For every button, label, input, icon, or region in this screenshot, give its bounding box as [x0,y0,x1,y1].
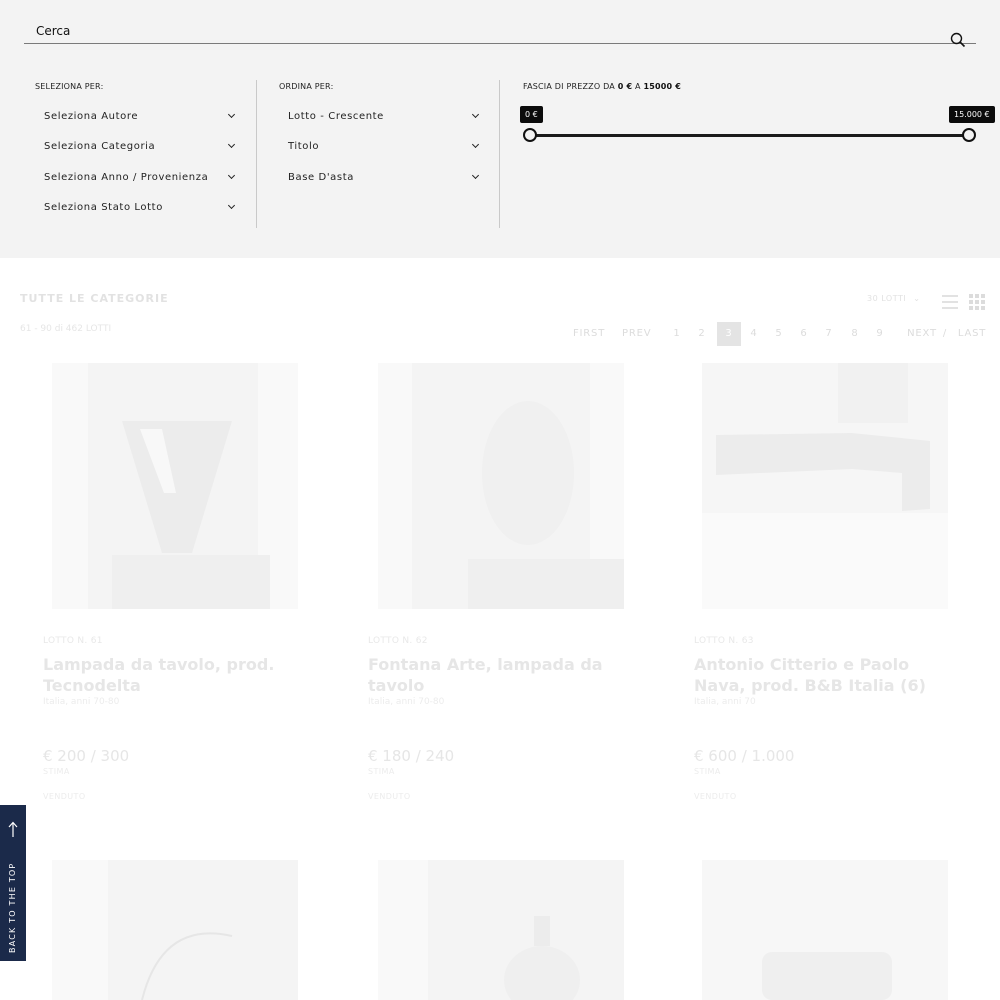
lot-status: VENDUTO [43,792,86,801]
lot-estimate: € 600 / 1.000 [694,747,795,765]
order-by-label: ORDINA PER: [279,82,334,91]
pagination-page-4[interactable]: 4 [746,322,762,346]
vase-photo [428,860,624,1000]
order-title-dropdown[interactable]: Titolo [288,136,480,156]
lot-status: VENDUTO [368,792,411,801]
select-year-label: Seleziona Anno / Provenienza [44,171,209,183]
lot-title[interactable]: Antonio Citterio e Paolo Nava, prod. B&B… [694,654,964,696]
chevron-down-icon [228,142,236,150]
price-max-tooltip: 15.000 € [949,106,995,123]
lot-image[interactable] [702,860,948,1000]
chevron-down-icon [228,112,236,120]
per-page-label: 30 LOTTI [867,294,907,303]
lot-estimate-label: STIMA [43,767,70,776]
pagination-page-8[interactable]: 8 [847,322,863,346]
per-page-select[interactable]: 30 LOTTI ⌄ [867,294,920,303]
lot-image[interactable] [378,363,624,609]
price-connector: A [635,82,641,91]
chevron-down-icon [472,112,480,120]
price-min-handle[interactable] [523,128,537,142]
lot-estimate: € 200 / 300 [43,747,130,765]
pagination-page-7[interactable]: 7 [821,322,837,346]
page: SELEZIONA PER: Seleziona Autore Selezion… [0,0,1000,1000]
order-lot-dropdown[interactable]: Lotto - Crescente [288,106,480,126]
lot-image[interactable] [52,363,298,609]
order-base-dropdown[interactable]: Base D'asta [288,167,480,187]
lot-title[interactable]: Fontana Arte, lampada da tavolo [368,654,638,696]
chevron-down-icon [228,173,236,181]
lot-image[interactable] [378,860,624,1000]
price-range-label: FASCIA DI PREZZO DA 0 € A 15000 € [523,82,681,91]
sofa-photo [702,860,948,1000]
pagination-prev[interactable]: PREV [622,322,651,346]
pagination-page-1[interactable]: 1 [669,322,685,346]
select-status-label: Seleziona Stato Lotto [44,201,163,213]
pagination-page-2[interactable]: 2 [694,322,710,346]
filter-panel: SELEZIONA PER: Seleziona Autore Selezion… [0,0,1000,258]
search-bar [24,18,976,48]
lot-status: VENDUTO [694,792,737,801]
select-year-dropdown[interactable]: Seleziona Anno / Provenienza [44,167,236,187]
lamp-photo [108,860,298,1000]
lot-image[interactable] [52,860,298,1000]
lot-image[interactable] [702,363,948,609]
chevron-down-icon [472,173,480,181]
chevron-down-icon: ⌄ [913,294,921,303]
lot-listing: TUTTE LE CATEGORIE 61 - 90 di 462 LOTTI … [0,258,1000,1000]
pagination-page-9[interactable]: 9 [872,322,888,346]
select-by-label: SELEZIONA PER: [35,82,104,91]
lot-estimate-label: STIMA [368,767,395,776]
order-lot-label: Lotto - Crescente [288,110,384,122]
category-title: TUTTE LE CATEGORIE [20,292,169,305]
pagination-first[interactable]: FIRST [573,322,604,346]
price-slider-track[interactable] [530,134,970,137]
lot-title[interactable]: Lampada da tavolo, prod. Tecnodelta [43,654,313,696]
lot-number: LOTTO N. 63 [694,636,754,646]
chevron-down-icon [472,142,480,150]
order-base-label: Base D'asta [288,171,354,183]
lot-estimate-label: STIMA [694,767,721,776]
pagination-page-5[interactable]: 5 [771,322,787,346]
lot-number: LOTTO N. 62 [368,636,428,646]
chevron-down-icon [228,203,236,211]
select-category-dropdown[interactable]: Seleziona Categoria [44,136,236,156]
arrow-up-icon [8,821,18,837]
sofa-photo [702,363,948,609]
price-max-handle[interactable] [962,128,976,142]
lamp-photo [412,363,624,609]
select-status-dropdown[interactable]: Seleziona Stato Lotto [44,197,236,217]
select-author-dropdown[interactable]: Seleziona Autore [44,106,236,126]
lot-origin: Italia, anni 70-80 [43,697,120,707]
pagination-separator: / [942,328,948,339]
pagination-next[interactable]: NEXT [907,322,937,346]
list-view-icon[interactable] [942,295,958,309]
column-divider [256,80,257,228]
price-min-tooltip: 0 € [520,106,543,123]
pagination-page-6[interactable]: 6 [796,322,812,346]
order-title-label: Titolo [288,140,320,152]
back-to-top-label: BACK TO THE TOP [8,862,17,953]
pagination-page-3-current[interactable]: 3 [717,322,741,346]
select-author-label: Seleziona Autore [44,110,139,122]
price-label-prefix: FASCIA DI PREZZO DA [523,82,615,91]
price-max-label: 15000 € [643,82,682,91]
select-category-label: Seleziona Categoria [44,140,156,152]
pagination-last[interactable]: LAST [957,322,987,346]
column-divider [499,80,500,228]
back-to-top-button[interactable]: BACK TO THE TOP [0,805,26,961]
lamp-photo [88,363,270,609]
lot-origin: Italia, anni 70 [694,697,756,707]
search-icon[interactable] [950,32,966,48]
lot-origin: Italia, anni 70-80 [368,697,445,707]
price-min-label: 0 € [617,82,633,91]
grid-view-icon[interactable] [969,294,985,310]
search-input[interactable] [24,18,924,43]
lot-count: 61 - 90 di 462 LOTTI [20,324,112,334]
lot-number: LOTTO N. 61 [43,636,103,646]
lot-estimate: € 180 / 240 [368,747,455,765]
